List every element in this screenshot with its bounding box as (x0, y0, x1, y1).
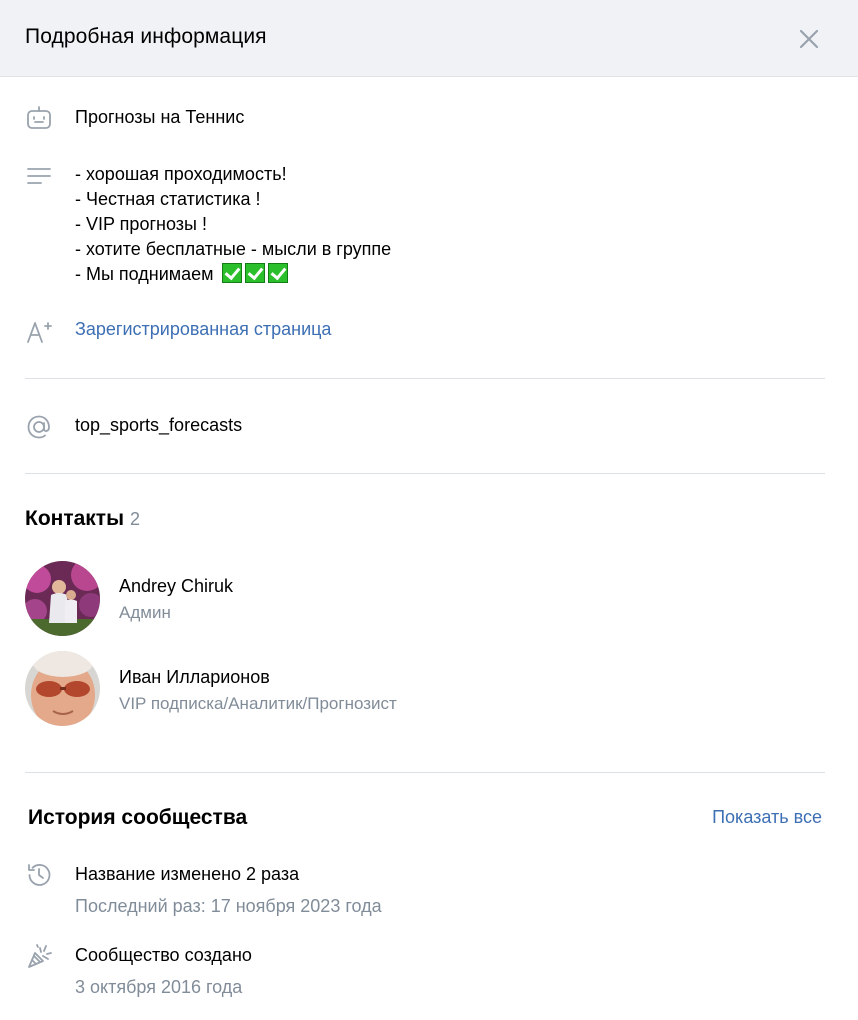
description-icon (25, 163, 53, 191)
check-mark-icon (221, 263, 242, 283)
divider (25, 772, 825, 773)
modal-header: Подробная информация (0, 0, 858, 77)
description-line: - Честная статистика ! (75, 189, 261, 209)
history-item-sub: 3 октября 2016 года (75, 977, 243, 997)
check-mark-icon (244, 263, 265, 283)
avatar[interactable] (25, 651, 100, 726)
community-address[interactable]: top_sports_forecasts (75, 415, 242, 436)
close-icon[interactable] (794, 24, 824, 54)
at-icon (25, 413, 53, 441)
history-icon (25, 861, 53, 889)
contact-name[interactable]: Andrey Chiruk (119, 576, 233, 597)
category-icon (25, 104, 53, 132)
description-line-last: - Мы поднимаем (75, 262, 391, 287)
history-item-title: Сообщество создано (75, 945, 252, 965)
history-item-title: Название изменено 2 раза (75, 864, 300, 884)
history-item-sub: Последний раз: 17 ноября 2023 года (75, 896, 382, 916)
modal-title: Подробная информация (25, 25, 267, 48)
registered-page-link[interactable]: Зарегистрированная страница (75, 319, 331, 340)
history-title: История сообщества (28, 806, 248, 829)
contact-name[interactable]: Иван Илларионов (119, 667, 270, 688)
show-all-link[interactable]: Показать все (712, 807, 822, 828)
contacts-title-text: Контакты (25, 507, 125, 530)
contacts-count: 2 (130, 509, 141, 529)
contact-role: Админ (119, 603, 171, 622)
divider (25, 473, 825, 474)
registered-icon (25, 318, 53, 346)
divider (25, 378, 825, 379)
check-mark-icon (267, 263, 288, 283)
party-popper-icon (25, 942, 53, 970)
avatar[interactable] (25, 561, 100, 636)
description-line: - хотите бесплатные - мысли в группе (75, 239, 392, 259)
contacts-title: Контакты 2 (25, 507, 140, 531)
description-line: - VIP прогнозы ! (75, 214, 207, 234)
category-text: Прогнозы на Теннис (75, 107, 245, 127)
description-line: - Мы поднимаем (75, 264, 214, 284)
contact-role: VIP подписка/Аналитик/Прогнозист (119, 694, 397, 713)
description-line: - хорошая проходимость! (75, 164, 287, 184)
description-text: - хорошая проходимость! - Честная статис… (75, 162, 391, 287)
